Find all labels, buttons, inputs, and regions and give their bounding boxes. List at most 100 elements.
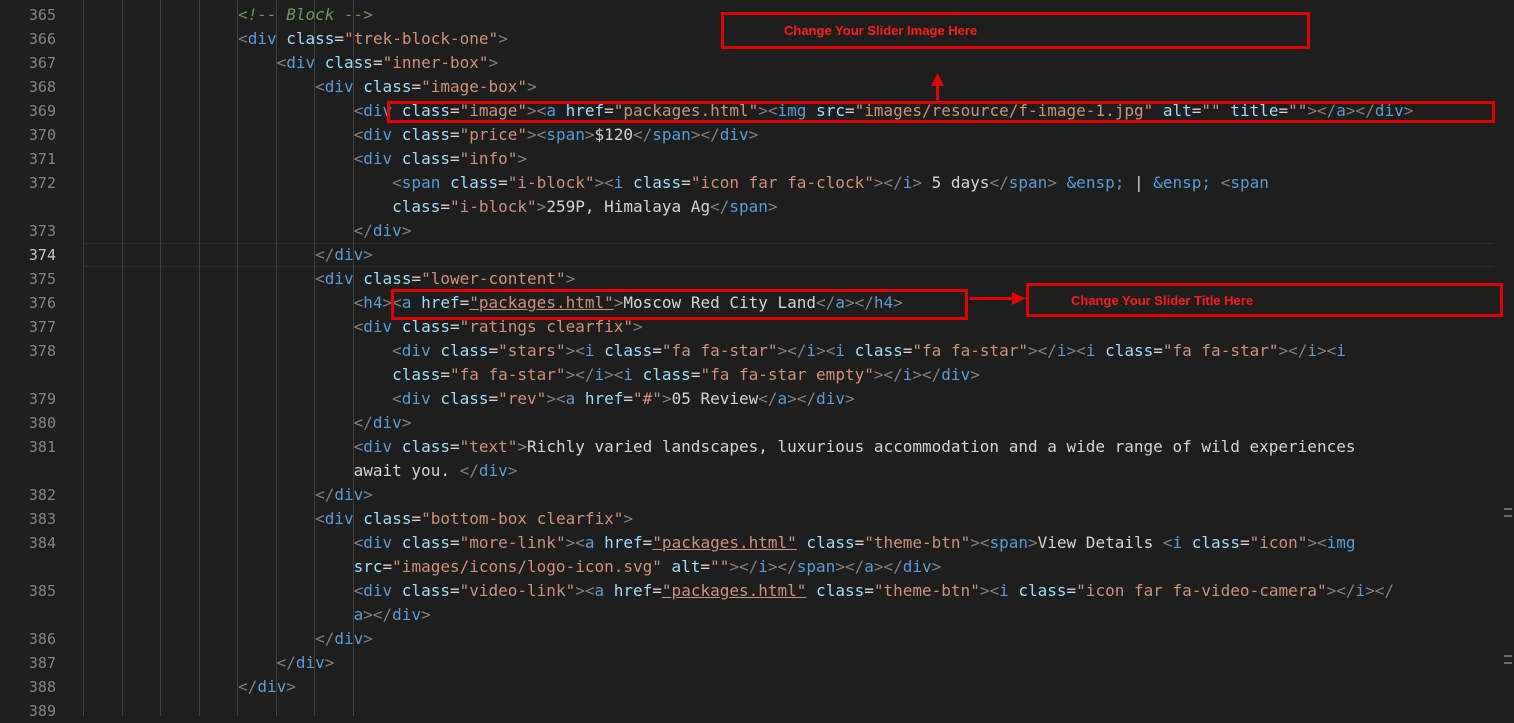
- code-token: "image-box": [421, 77, 528, 96]
- code-token: ><: [565, 341, 585, 360]
- code-token: =: [1239, 533, 1250, 552]
- code-line[interactable]: class="i-block">259P, Himalaya Ag</span>: [392, 195, 777, 219]
- code-token: 259P, Himalaya Ag: [546, 197, 711, 216]
- code-token: a: [777, 389, 788, 408]
- line-number: 389: [28, 702, 56, 720]
- code-token: class: [392, 437, 450, 456]
- code-line[interactable]: <div class="info">: [354, 147, 527, 171]
- code-line[interactable]: a></div>: [354, 603, 431, 627]
- code-token: ><: [1066, 341, 1086, 360]
- code-token: >: [488, 53, 499, 72]
- line-number: 370: [28, 126, 56, 144]
- code-token: ></: [873, 557, 903, 576]
- code-token: =: [854, 533, 865, 552]
- code-token: div: [363, 125, 393, 144]
- up-arrow-head-icon: [931, 73, 944, 86]
- code-token: class: [440, 173, 499, 192]
- code-token: ><: [1317, 341, 1337, 360]
- code-token: &ensp;: [1066, 173, 1125, 192]
- code-token: class: [353, 269, 412, 288]
- code-line[interactable]: <!-- Block -->: [238, 3, 373, 27]
- code-token: <: [392, 173, 402, 192]
- code-token: a: [594, 581, 605, 600]
- slider-title-note: Change Your Slider Title Here: [1026, 283, 1503, 317]
- code-token: ></: [873, 365, 903, 384]
- scrollbar-marker[interactable]: [1504, 508, 1512, 510]
- code-token: h4: [363, 293, 383, 312]
- code-token: <: [1220, 173, 1231, 192]
- code-editor[interactable]: 365 366 367 368 369 370 371 372 373 374 375 376 377 3…: [0, 0, 1514, 720]
- line-number: 377: [28, 318, 56, 336]
- code-line[interactable]: <span class="i-block"><i class="icon far…: [392, 171, 1269, 195]
- code-token: <: [315, 509, 325, 528]
- code-token: <: [1162, 533, 1173, 552]
- code-token: class: [353, 509, 412, 528]
- code-token: div: [372, 413, 402, 432]
- code-line[interactable]: <div class="inner-box">: [277, 51, 499, 75]
- code-token: </: [315, 629, 335, 648]
- code-token: div: [902, 557, 932, 576]
- code-token: class: [392, 125, 450, 144]
- code-token: class: [392, 365, 441, 384]
- code-token: "fa fa-star": [1162, 341, 1279, 360]
- code-token: ><: [970, 533, 990, 552]
- code-token: div: [816, 389, 845, 408]
- code-token: i: [1056, 341, 1067, 360]
- scrollbar-marker[interactable]: [1504, 515, 1512, 517]
- code-token: <: [353, 293, 364, 312]
- scrollbar-marker[interactable]: [1504, 655, 1512, 657]
- code-line[interactable]: </div>: [238, 675, 296, 699]
- code-line[interactable]: <div class="video-link"><a href="package…: [354, 579, 1394, 603]
- code-token: ></: [912, 365, 942, 384]
- code-token: >: [363, 485, 373, 504]
- code-token: =: [440, 197, 450, 216]
- code-token: |: [1124, 173, 1154, 192]
- code-line[interactable]: class="fa fa-star"></i><i class="fa fa-s…: [392, 363, 980, 387]
- code-token: >: [507, 461, 518, 480]
- code-token: >: [527, 77, 537, 96]
- code-token: span: [652, 125, 691, 144]
- code-line[interactable]: <div class="rev"><a href="#">05 Review</…: [392, 387, 854, 411]
- code-token: >: [401, 413, 412, 432]
- code-token: img: [1326, 533, 1356, 552]
- code-line[interactable]: </div>: [354, 411, 412, 435]
- scrollbar-marker[interactable]: [1504, 662, 1512, 664]
- code-line[interactable]: <div class="lower-content">: [315, 267, 575, 291]
- code-token: </: [353, 413, 373, 432]
- code-line[interactable]: <div class="trek-block-one">: [238, 27, 508, 51]
- code-line[interactable]: <div class="image-box">: [315, 75, 537, 99]
- code-token: i: [758, 557, 768, 576]
- line-number: 388: [28, 678, 56, 696]
- code-line[interactable]: <div class="stars"><i class="fa fa-star"…: [392, 339, 1346, 363]
- code-token: span: [796, 557, 836, 576]
- code-line[interactable]: </div>: [315, 627, 373, 651]
- code-token: </: [276, 653, 296, 672]
- code-token: class: [1095, 341, 1154, 360]
- indent-guide: [121, 0, 123, 716]
- code-line[interactable]: <div class="bottom-box clearfix">: [315, 507, 633, 531]
- code-token: "price": [459, 125, 528, 144]
- code-token: >: [517, 437, 528, 456]
- code-line[interactable]: </div>: [315, 243, 373, 267]
- code-line[interactable]: </div>: [277, 651, 335, 675]
- code-token: div: [257, 677, 287, 696]
- code-token: ><: [565, 533, 585, 552]
- code-token: i: [806, 341, 817, 360]
- code-line[interactable]: <div class="text">Richly varied landscap…: [354, 435, 1356, 459]
- code-token: "#": [633, 389, 662, 408]
- code-line[interactable]: <div class="more-link"><a href="packages…: [354, 531, 1356, 555]
- code-token: ></: [1028, 341, 1057, 360]
- code-token: span: [401, 173, 441, 192]
- code-token: "theme-btn": [864, 533, 971, 552]
- code-token: "trek-block-one": [344, 29, 499, 48]
- code-token: <: [238, 29, 248, 48]
- line-number: 375: [28, 270, 56, 288]
- code-line[interactable]: <div class="price"><span>$120</span></di…: [354, 123, 759, 147]
- code-line[interactable]: src="images/icons/logo-icon.svg" alt="">…: [354, 555, 942, 579]
- code-line[interactable]: await you. </div>: [354, 459, 518, 483]
- code-token: i: [999, 581, 1009, 600]
- code-token: </: [353, 221, 373, 240]
- code-token: "fa fa-star": [449, 365, 566, 384]
- code-line[interactable]: </div>: [315, 483, 373, 507]
- code-line[interactable]: </div>: [354, 219, 412, 243]
